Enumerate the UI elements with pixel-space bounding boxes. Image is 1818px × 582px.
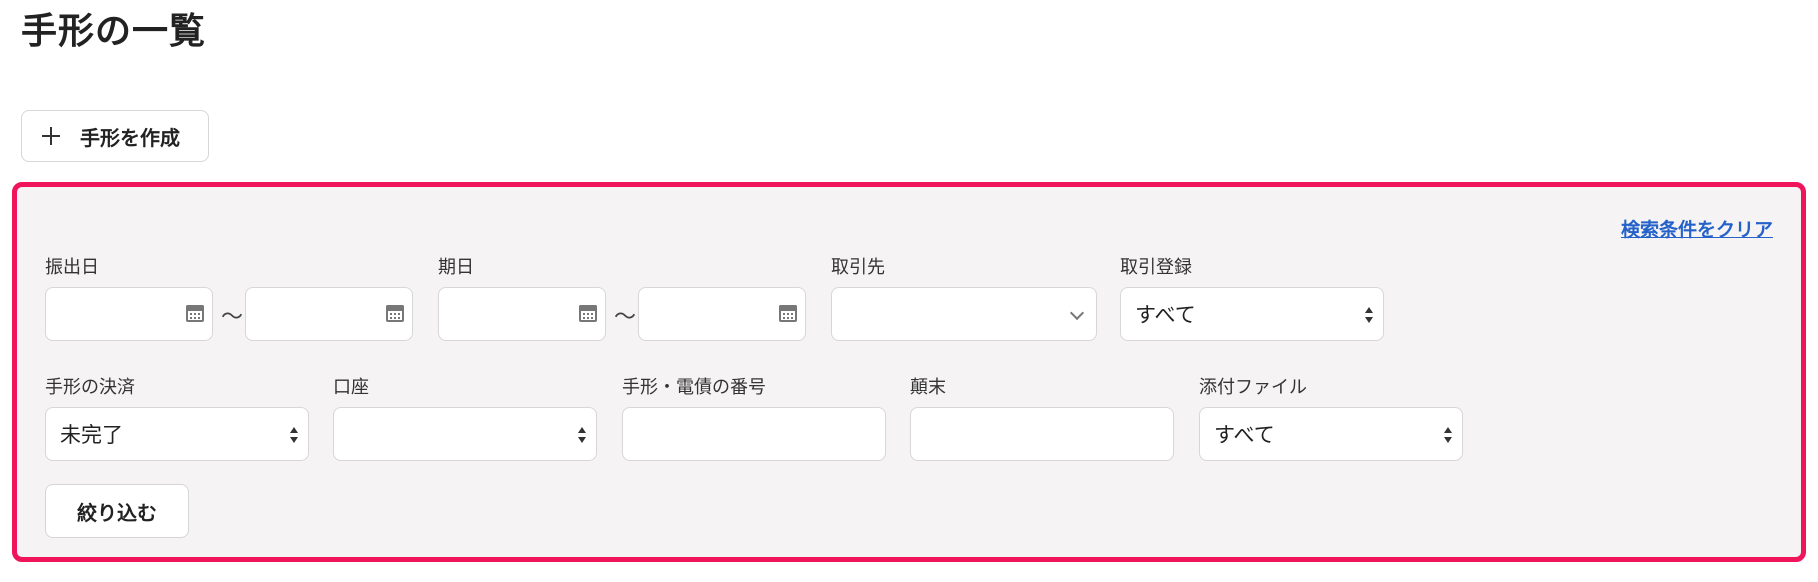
chevron-down-icon [1069,305,1085,321]
calendar-icon[interactable] [386,305,404,322]
create-note-label: 手形を作成 [80,125,180,150]
note-number-input[interactable] [622,407,886,461]
transaction-registration-value: すべて [1135,303,1196,327]
page-title: 手形の一覧 [21,11,207,52]
attachment-select[interactable]: すべて [1199,407,1463,461]
settlement-value: 未完了 [60,423,123,447]
transaction-registration-select[interactable]: すべて [1120,287,1384,341]
settlement-label: 手形の決済 [45,377,135,398]
clear-filters-link[interactable]: 検索条件をクリア [1621,215,1773,242]
calendar-icon[interactable] [779,305,797,322]
account-label: 口座 [333,377,369,398]
plus-icon [42,127,60,145]
partner-label: 取引先 [831,257,885,278]
issue-date-label: 振出日 [45,257,99,278]
due-date-to-input[interactable] [638,287,806,341]
settlement-select[interactable]: 未完了 [45,407,309,461]
note-number-label: 手形・電債の番号 [622,377,766,398]
due-date-from-input[interactable] [438,287,606,341]
partner-select[interactable] [831,287,1097,341]
transaction-registration-label: 取引登録 [1120,257,1192,278]
filter-panel: 検索条件をクリア 振出日 〜 期日 〜 取引先 取引登録 すべて 手形の決済 未… [12,182,1806,562]
issue-date-range-separator: 〜 [221,305,244,330]
select-arrows-icon [290,427,298,443]
issue-date-to-input[interactable] [245,287,413,341]
summary-label: 顛末 [910,377,946,398]
select-arrows-icon [1444,427,1452,443]
due-date-range-separator: 〜 [614,305,637,330]
create-note-button[interactable]: 手形を作成 [21,110,209,162]
select-arrows-icon [1365,307,1373,323]
account-select[interactable] [333,407,597,461]
attachment-value: すべて [1214,423,1275,447]
due-date-label: 期日 [438,257,474,278]
page: 手形の一覧 手形を作成 検索条件をクリア 振出日 〜 期日 〜 取引先 取引登録… [0,0,1818,582]
issue-date-from-input[interactable] [45,287,213,341]
calendar-icon[interactable] [186,305,204,322]
apply-filter-button[interactable]: 絞り込む [45,484,189,538]
attachment-label: 添付ファイル [1199,377,1307,398]
summary-input[interactable] [910,407,1174,461]
select-arrows-icon [578,427,586,443]
calendar-icon[interactable] [579,305,597,322]
